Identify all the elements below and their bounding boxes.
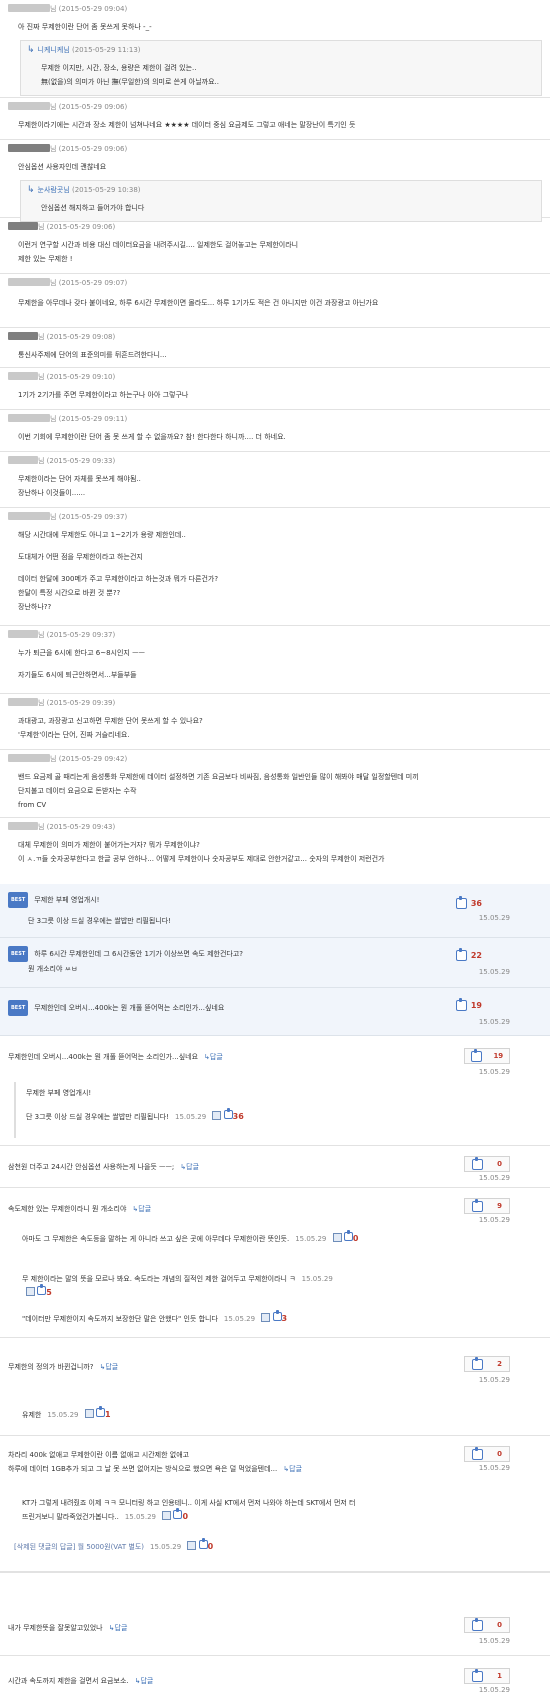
reply-link[interactable]: ↳답글 [180, 1163, 199, 1171]
report-icon[interactable] [187, 1541, 197, 1550]
thumbs-up-icon [455, 998, 467, 1011]
reply-box: ↳ 눈사람곳님 (2015-05-29 10:38) 안심옵션 해지하고 들어가야… [20, 180, 542, 222]
nickname-blurred [8, 630, 38, 638]
list-comment: 무제한의 정의가 바뀐겁니까? ↳답글 2 15.05.29 유제한 15.05.2… [0, 1338, 550, 1436]
thumbs-up-icon[interactable] [272, 1310, 282, 1321]
comment-item: 님 (2015-05-29 09:08) 통신사주제에 단어의 표준의미를 뒤흔… [0, 328, 550, 368]
comment-list: 무제한인데 오버시...400k는 뭔 개풀 뜯어먹는 소리인가...싶네요 ↳답… [0, 1036, 550, 1702]
reply-link[interactable]: ↳답글 [109, 1624, 128, 1632]
best-comment: BEST 무제한인데 오버시...400k는 뭔 개풀 뜯어먹는 소리인가...싶… [0, 988, 550, 1036]
reply-nickname[interactable]: 니케니케님 [38, 46, 70, 54]
thumbs-up-icon [472, 1356, 484, 1370]
best-badge: BEST [8, 1000, 29, 1016]
nickname-blurred [8, 4, 50, 12]
best-badge: BEST [8, 892, 29, 908]
thumbs-up-icon[interactable] [173, 1508, 183, 1519]
thumbs-up-icon[interactable] [37, 1284, 47, 1295]
nickname-blurred [8, 822, 38, 830]
thumbs-up-icon [472, 1617, 484, 1631]
upvote-button[interactable]: 22 [455, 948, 482, 961]
list-comment: 무제한인데 오버시...400k는 뭔 개풀 뜯어먹는 소리인가...싶네요 ↳답… [0, 1036, 550, 1146]
report-icon[interactable] [332, 1233, 342, 1242]
report-icon[interactable] [261, 1313, 271, 1322]
upvote-button[interactable]: 19 [464, 1048, 510, 1064]
upvote-button[interactable]: 36 [455, 896, 482, 909]
nickname-blurred [8, 414, 50, 422]
nickname-blurred [8, 698, 38, 706]
upvote-button[interactable]: 2 [464, 1356, 510, 1372]
list-comment: 내가 무제한뜻을 잘못알고있었나 ↳답글 0 15.05.29 [0, 1572, 550, 1656]
reply-link[interactable]: ↳답글 [283, 1465, 302, 1473]
upvote-button[interactable]: 19 [455, 998, 482, 1011]
upvote-button[interactable]: 1 [464, 1668, 510, 1684]
reply-link[interactable]: ↳답글 [204, 1053, 223, 1061]
comment-text: 이번 기회에 무제한이란 단어 좀 못 쓰게 할 수 없을까요? 참! 한다한다… [18, 433, 286, 441]
report-icon[interactable] [212, 1111, 222, 1120]
thumbs-up-icon [472, 1156, 484, 1170]
nickname-blurred [8, 332, 38, 340]
thumbs-up-icon[interactable] [95, 1406, 105, 1417]
nickname-blurred [8, 754, 50, 762]
upvote-button[interactable]: 9 [464, 1198, 510, 1214]
comment-text: 통신사주제에 단어의 표준의미를 뒤흔드려한다니... [18, 351, 167, 359]
comment-item: 님 (2015-05-29 09:42) 밴드 요금제 골 때리는게 음성통화 … [0, 750, 550, 818]
list-comment: 차라리 400k 없애고 무제한이란 이름 없애고 시간제한 없애고 하루에 데이… [0, 1436, 550, 1572]
reply-link[interactable]: ↳답글 [132, 1205, 151, 1213]
reply-box: 무제한 부페 영업개시! 단 3그릇 이상 드실 경우에는 쌀밥만 리필됩니다!… [14, 1082, 542, 1138]
nickname-blurred [8, 372, 38, 380]
comment-thread: 님 (2015-05-29 09:04) 아 진짜 무제한이란 단어 좀 못쓰게… [0, 0, 550, 873]
best-comment: BEST 무제한 부페 영업개시! 단 3그릇 이상 드실 경우에는 쌀밥만 리필… [0, 884, 550, 938]
nickname-blurred [8, 102, 50, 110]
upvote-button[interactable]: 0 [464, 1446, 510, 1462]
comment-item: 님 (2015-05-29 09:37) 누가 퇴근을 6시에 한다고 6~8시… [0, 626, 550, 694]
reply-link[interactable]: ↳답글 [135, 1677, 154, 1685]
nickname-blurred [8, 144, 50, 152]
thumbs-up-icon[interactable] [343, 1230, 353, 1241]
comment-item: 님 (2015-05-29 09:37) 해당 시간대에 무제한도 아니고 1~… [0, 508, 550, 626]
list-comment: 삼천원 더주고 24시간 안심옵션 사용하는게 나을듯 ㅡㅡ; ↳답글 0 15.… [0, 1146, 550, 1188]
thumbs-up-icon [470, 1048, 482, 1062]
thumbs-up-icon [472, 1668, 484, 1682]
list-comment: 시간과 속도까지 제한을 걸면서 요금보소. ↳답글 1 15.05.29 [0, 1656, 550, 1702]
nickname-blurred [8, 222, 38, 230]
reply-arrow-icon: ↳ [27, 45, 35, 55]
comment-item: 님 (2015-05-29 09:33) 무제한이라는 단어 자체를 못쓰게 해… [0, 452, 550, 508]
reply-nickname[interactable]: 눈사람곳님 [38, 186, 70, 194]
comment-item: 님 (2015-05-29 09:06) 무제한이라기에는 시간과 장소 제한이… [0, 98, 550, 140]
reply-box: ↳ 니케니케님 (2015-05-29 11:13) 무제한 이지만, 시간, 장… [20, 40, 542, 96]
best-badge: BEST [8, 946, 29, 962]
thumbs-up-icon [472, 1446, 484, 1460]
comment-item: 님 (2015-05-29 09:07) 무제한을 아무데나 갖다 붙이네요, … [0, 274, 550, 328]
upvote-button[interactable]: 0 [464, 1617, 510, 1633]
comment-item: 님 (2015-05-29 09:10) 1기가 2기가를 주면 무제한이라고 … [0, 368, 550, 410]
comment-item: 님 (2015-05-29 09:04) 아 진짜 무제한이란 단어 좀 못쓰게… [0, 0, 550, 98]
upvote-button[interactable]: 0 [464, 1156, 510, 1172]
nickname-blurred [8, 512, 50, 520]
nickname-blurred [8, 456, 38, 464]
thumbs-up-icon [455, 896, 467, 909]
report-icon[interactable] [162, 1511, 172, 1520]
comment-text: 아 진짜 무제한이란 단어 좀 못쓰게 못하나 -_- [18, 23, 152, 31]
comment-text: 1기가 2기가를 주면 무제한이라고 하는구나 아아 그렇구나 [18, 391, 189, 399]
comment-item: 님 (2015-05-29 09:43) 대체 무제한이 의미가 제한이 붙어가… [0, 818, 550, 873]
comment-item: 님 (2015-05-29 09:06) 안심옵션 사용자인데 괜찮네요 ↳ 눈사… [0, 140, 550, 222]
thumbs-up-icon [455, 948, 467, 961]
best-comments: BEST 무제한 부페 영업개시! 단 3그릇 이상 드실 경우에는 쌀밥만 리필… [0, 884, 550, 1036]
comment-item: 님 (2015-05-29 09:11) 이번 기회에 무제한이란 단어 좀 못… [0, 410, 550, 452]
thumbs-up-icon[interactable] [198, 1538, 208, 1549]
list-comment: 속도제한 있는 무제한이라니 뭔 개소리야 ↳답글 9 15.05.29 아마도 … [0, 1188, 550, 1338]
report-icon[interactable] [26, 1287, 35, 1296]
report-icon[interactable] [84, 1409, 94, 1418]
best-comment: BEST 하루 6시간 무제한인데 그 6시간동안 1기가 이상쓰면 속도 제한건… [0, 938, 550, 988]
comment-item: 님 (2015-05-29 09:39) 과대광고, 과장광고 신고하면 무제한… [0, 694, 550, 750]
nickname-blurred [8, 278, 50, 286]
comment-text: 무제한을 아무데나 갖다 붙이네요, 하루 6시간 무제한이면 몰라도... 하… [18, 299, 379, 307]
thumbs-up-icon[interactable] [223, 1108, 233, 1119]
comment-item: 님 (2015-05-29 09:06) 이런거 연구할 시간과 비용 대신 데… [0, 218, 550, 274]
comment-text: 안심옵션 사용자인데 괜찮네요 [18, 163, 107, 171]
comment-text: 무제한이라기에는 시간과 장소 제한이 넘쳐나네요 ★★★★ 데이터 중심 요금… [18, 121, 356, 129]
reply-arrow-icon: ↳ [27, 185, 35, 195]
thumbs-up-icon [472, 1198, 484, 1212]
reply-link[interactable]: ↳답글 [99, 1363, 118, 1371]
